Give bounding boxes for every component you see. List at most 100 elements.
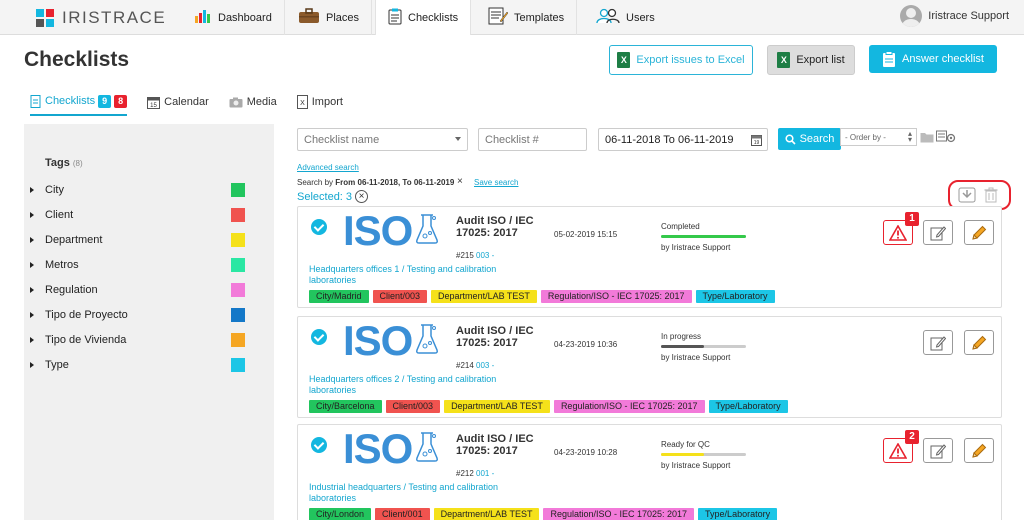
checklist-number-placeholder: Checklist #	[485, 133, 539, 146]
nav-tab-dashboard[interactable]: Dashboard	[182, 0, 285, 35]
tag-row[interactable]: Tipo de Proyecto	[30, 307, 245, 323]
checklist-card[interactable]: ISO Audit ISO / IEC 17025: 2017 #212 001 -…	[297, 424, 1002, 520]
tag-chip[interactable]: Regulation/ISO - IEC 17025: 2017	[553, 400, 705, 413]
edit-button[interactable]	[964, 330, 994, 355]
nav-tab-label: Users	[626, 11, 655, 24]
save-search-link[interactable]: Save search	[474, 178, 518, 187]
camera-icon	[229, 97, 243, 108]
order-by-value: - Order by -	[845, 132, 886, 142]
checklist-title[interactable]: Audit ISO / IEC 17025: 2017	[456, 325, 536, 349]
search-summary: Search by From 06-11-2018, To 06-11-2019	[297, 178, 454, 187]
order-by-select[interactable]: - Order by - ▴ ▾	[840, 128, 917, 146]
excel-icon: X	[617, 52, 631, 68]
subtab-import[interactable]: X Import	[296, 88, 343, 116]
svg-text:19: 19	[754, 140, 760, 146]
nav-tab-users[interactable]: Users	[584, 0, 667, 35]
tag-chip[interactable]: City/Barcelona	[309, 400, 382, 413]
checklist-name-select[interactable]: Checklist name	[297, 128, 468, 151]
review-button[interactable]	[923, 330, 953, 355]
subtab-media[interactable]: Media	[229, 88, 277, 116]
review-button[interactable]	[923, 438, 953, 463]
nav-tab-places[interactable]: Places	[286, 0, 373, 35]
date-range-value: 06-11-2018 To 06-11-2019	[605, 133, 734, 146]
settings-list-icon[interactable]	[936, 129, 956, 144]
checklist-number: #215 003 -	[456, 251, 495, 260]
tag-chip[interactable]: Regulation/ISO - IEC 17025: 2017	[540, 290, 692, 303]
tag-chips: City/Madrid Client/003 Department/LAB TEST…	[309, 290, 779, 303]
flask-icon	[415, 323, 439, 355]
checklist-date: 04-23-2019 10:36	[554, 340, 618, 349]
tag-chip[interactable]: Client/003	[372, 290, 428, 303]
caret-right-icon	[30, 237, 34, 243]
tag-row[interactable]: Type	[30, 357, 245, 373]
answer-checklist-button[interactable]: Answer checklist	[869, 45, 997, 73]
checklist-location[interactable]: Headquarters offices 2 / Testing and cal…	[309, 374, 509, 396]
tag-chip[interactable]: Department/LAB TEST	[433, 508, 540, 520]
tag-row[interactable]: Department	[30, 232, 245, 248]
checklist-title[interactable]: Audit ISO / IEC 17025: 2017	[456, 215, 536, 239]
caret-right-icon	[30, 262, 34, 268]
issues-button[interactable]: 2	[883, 430, 919, 463]
tag-chip[interactable]: City/Madrid	[309, 290, 369, 303]
chart-icon	[194, 8, 212, 27]
tag-chip[interactable]: Type/Laboratory	[698, 508, 778, 520]
tag-chip[interactable]: Type/Laboratory	[708, 400, 788, 413]
nav-tab-templates[interactable]: Templates	[476, 0, 578, 35]
tag-chip[interactable]: City/London	[309, 508, 372, 520]
progress-bar	[661, 235, 746, 238]
subtab-checklists[interactable]: Checklists 9 8	[30, 88, 128, 116]
alert-badge: 8	[114, 94, 128, 108]
edit-button[interactable]	[964, 220, 994, 245]
nav-tab-checklists[interactable]: Checklists	[375, 0, 472, 35]
issues-button[interactable]: 1	[883, 212, 919, 245]
tag-row[interactable]: City	[30, 182, 245, 198]
count-badge: 9	[98, 94, 112, 108]
search-button[interactable]: Search	[778, 128, 841, 150]
checklist-title[interactable]: Audit ISO / IEC 17025: 2017	[456, 433, 536, 457]
checklist-number-input[interactable]: Checklist #	[478, 128, 587, 151]
tag-chip[interactable]: Client/003	[385, 400, 441, 413]
clear-search-icon[interactable]: ×	[457, 176, 463, 187]
trash-icon[interactable]	[984, 187, 998, 203]
checklist-number: #214 003 -	[456, 361, 495, 370]
sort-arrows-icon: ▴ ▾	[907, 129, 912, 144]
nav-tab-label: Checklists	[408, 11, 459, 24]
caret-right-icon	[30, 287, 34, 293]
export-list-label: Export list	[796, 54, 845, 66]
export-issues-button[interactable]: X Export issues to Excel	[609, 45, 753, 75]
clear-selection-icon[interactable]: ×	[355, 190, 368, 203]
tag-chip[interactable]: Type/Laboratory	[695, 290, 775, 303]
tag-row[interactable]: Tipo de Vivienda	[30, 332, 245, 348]
tag-row[interactable]: Client	[30, 207, 245, 223]
user-menu[interactable]: Iristrace Support	[900, 5, 1009, 27]
checklist-card[interactable]: ISO Audit ISO / IEC 17025: 2017 #214 003 -…	[297, 316, 1002, 418]
tag-chip[interactable]: Department/LAB TEST	[444, 400, 550, 413]
selected-check-icon[interactable]	[311, 219, 327, 235]
tag-chip[interactable]: Regulation/ISO - IEC 17025: 2017	[543, 508, 695, 520]
tag-chip[interactable]: Department/LAB TEST	[431, 290, 537, 303]
advanced-search-link[interactable]: Advanced search	[297, 163, 359, 172]
warning-icon	[889, 224, 907, 241]
date-range-input[interactable]: 06-11-2018 To 06-11-2019 19	[598, 128, 768, 151]
folder-icon[interactable]	[920, 131, 934, 143]
checklist-card[interactable]: ISO Audit ISO / IEC 17025: 2017 #215 003 -…	[297, 206, 1002, 308]
export-list-button[interactable]: X Export list	[767, 45, 855, 75]
logo[interactable]: IRISTRACE	[36, 8, 166, 28]
status-label: Completed	[661, 222, 700, 231]
iso-logo: ISO	[343, 425, 413, 472]
tag-row[interactable]: Regulation	[30, 282, 245, 298]
subtab-calendar[interactable]: 15 Calendar	[147, 88, 209, 116]
page-title: Checklists	[24, 48, 130, 71]
tag-chip[interactable]: Client/001	[375, 508, 430, 520]
tag-row[interactable]: Metros	[30, 257, 245, 273]
edit-button[interactable]	[964, 438, 994, 463]
tag-color-swatch	[231, 283, 245, 297]
archive-icon[interactable]	[958, 187, 976, 203]
selected-check-icon[interactable]	[311, 437, 327, 453]
checklist-location[interactable]: Headquarters offices 1 / Testing and cal…	[309, 264, 509, 286]
search-label: Search	[799, 133, 835, 145]
review-button[interactable]	[923, 220, 953, 245]
checklist-location[interactable]: Industrial headquarters / Testing and ca…	[309, 482, 509, 504]
selected-check-icon[interactable]	[311, 329, 327, 345]
progress-fill	[661, 453, 704, 456]
